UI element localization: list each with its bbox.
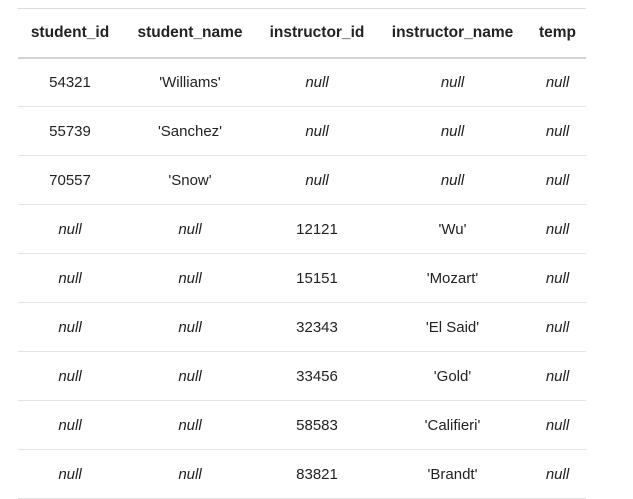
- table-cell: null: [18, 204, 122, 254]
- table-row: 55739 'Sanchez' null null null: [18, 106, 586, 156]
- table-cell: null: [529, 253, 586, 303]
- table-cell: null: [122, 351, 258, 401]
- table-cell: null: [122, 449, 258, 499]
- table-cell: null: [122, 253, 258, 303]
- table-row: null null 12121 'Wu' null: [18, 204, 586, 254]
- results-table: student_id student_name instructor_id in…: [18, 8, 586, 499]
- table-cell: null: [258, 57, 376, 107]
- table-cell: null: [18, 400, 122, 450]
- table-cell: 'Brandt': [376, 449, 529, 499]
- table-cell: 32343: [258, 302, 376, 352]
- table-cell: null: [258, 106, 376, 156]
- table-cell: null: [529, 302, 586, 352]
- table-cell: null: [18, 253, 122, 303]
- column-header-temp: temp: [529, 8, 586, 59]
- table-cell: 'Snow': [122, 155, 258, 205]
- table-cell: 83821: [258, 449, 376, 499]
- table-cell: 'Williams': [122, 57, 258, 107]
- table-cell: 'Gold': [376, 351, 529, 401]
- table-cell: null: [376, 106, 529, 156]
- table-cell: null: [376, 57, 529, 107]
- table-cell: 70557: [18, 155, 122, 205]
- table-row: null null 58583 'Califieri' null: [18, 400, 586, 450]
- table-cell: 15151: [258, 253, 376, 303]
- table-row: null null 33456 'Gold' null: [18, 351, 586, 401]
- table-row: 70557 'Snow' null null null: [18, 155, 586, 205]
- table-cell: null: [529, 155, 586, 205]
- table-cell: 'El Said': [376, 302, 529, 352]
- table-cell: 58583: [258, 400, 376, 450]
- column-header-student-name: student_name: [122, 8, 258, 59]
- table-cell: null: [122, 400, 258, 450]
- table-cell: null: [376, 155, 529, 205]
- table-row: null null 32343 'El Said' null: [18, 302, 586, 352]
- table-cell: 'Wu': [376, 204, 529, 254]
- table-cell: null: [122, 204, 258, 254]
- table-cell: 'Califieri': [376, 400, 529, 450]
- table-cell: null: [529, 449, 586, 499]
- table-row: 54321 'Williams' null null null: [18, 57, 586, 107]
- header-row: student_id student_name instructor_id in…: [18, 8, 586, 59]
- table-cell: null: [258, 155, 376, 205]
- table-cell: null: [122, 302, 258, 352]
- table-cell: 12121: [258, 204, 376, 254]
- column-header-instructor-id: instructor_id: [258, 8, 376, 59]
- table-cell: null: [529, 106, 586, 156]
- column-header-student-id: student_id: [18, 8, 122, 59]
- table-cell: 'Sanchez': [122, 106, 258, 156]
- table-row: null null 83821 'Brandt' null: [18, 449, 586, 499]
- results-table-container: student_id student_name instructor_id in…: [18, 8, 586, 499]
- table-cell: 54321: [18, 57, 122, 107]
- table-cell: null: [529, 57, 586, 107]
- table-cell: 'Mozart': [376, 253, 529, 303]
- table-cell: 55739: [18, 106, 122, 156]
- table-cell: null: [18, 302, 122, 352]
- column-header-instructor-name: instructor_name: [376, 8, 529, 59]
- table-cell: null: [529, 204, 586, 254]
- table-cell: null: [18, 351, 122, 401]
- table-cell: null: [529, 351, 586, 401]
- table-cell: null: [529, 400, 586, 450]
- table-cell: 33456: [258, 351, 376, 401]
- table-row: null null 15151 'Mozart' null: [18, 253, 586, 303]
- table-cell: null: [18, 449, 122, 499]
